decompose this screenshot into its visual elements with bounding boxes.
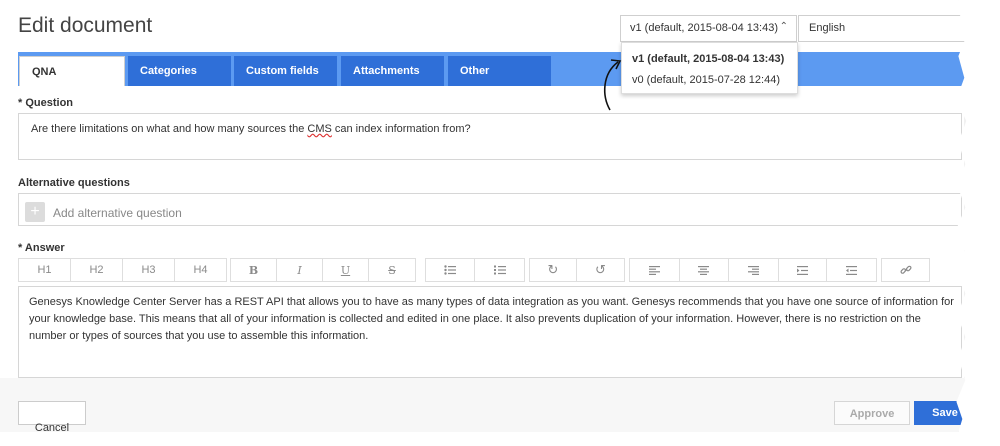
chevron-down-icon: ⌄: [958, 21, 967, 32]
alternative-question-placeholder: Add alternative question: [53, 206, 182, 220]
undo-icon[interactable]: ↺: [577, 259, 624, 281]
numbered-list-icon[interactable]: [475, 259, 524, 281]
annotation-arrow-icon: [603, 59, 622, 111]
h4-button[interactable]: H4: [175, 259, 226, 281]
tab-attachments[interactable]: Attachments: [341, 56, 444, 86]
align-right-icon[interactable]: [729, 259, 779, 281]
underline-button[interactable]: U: [323, 259, 369, 281]
tab-other[interactable]: Other: [448, 56, 551, 86]
alternative-questions-label: Alternative questions: [18, 177, 130, 189]
align-center-icon[interactable]: [680, 259, 730, 281]
language-select[interactable]: English ⌄: [798, 15, 967, 42]
heading-group: H1 H2 H3 H4: [18, 258, 227, 282]
footer-bar: Cancel Approve Save: [0, 378, 967, 432]
tab-custom-fields[interactable]: Custom fields: [234, 56, 337, 86]
version-option-v1[interactable]: v1 (default, 2015-08-04 13:43): [632, 53, 784, 65]
link-icon[interactable]: [882, 259, 929, 281]
spellcheck-word: CMS: [307, 123, 332, 135]
version-option-v0[interactable]: v0 (default, 2015-07-28 12:44): [632, 74, 780, 86]
scrollbar[interactable]: [964, 96, 967, 378]
h1-button[interactable]: H1: [19, 259, 71, 281]
indent-icon[interactable]: [779, 259, 828, 281]
screenshot-frame: Edit document v1 (default, 2015-08-04 13…: [0, 0, 967, 432]
tab-qna[interactable]: QNA: [19, 56, 125, 86]
h2-button[interactable]: H2: [71, 259, 123, 281]
page-title: Edit document: [18, 14, 153, 37]
save-button[interactable]: Save: [914, 401, 967, 425]
alternative-question-field[interactable]: + Add alternative question: [18, 193, 962, 226]
strikethrough-button[interactable]: S: [369, 259, 415, 281]
scrollbar-thumb[interactable]: [966, 228, 967, 326]
tab-categories[interactable]: Categories: [128, 56, 231, 86]
tab-bar: QNA Categories Custom fields Attachments…: [18, 52, 967, 86]
bulleted-list-icon[interactable]: [426, 259, 476, 281]
outdent-icon[interactable]: [827, 259, 876, 281]
redo-icon[interactable]: ↻: [530, 259, 578, 281]
bold-button[interactable]: B: [231, 259, 277, 281]
version-select-value: v1 (default, 2015-08-04 13:43): [630, 22, 778, 34]
history-group: ↻ ↺: [529, 258, 625, 282]
alignment-group: [629, 258, 877, 282]
cancel-button-label: Cancel: [34, 422, 70, 432]
italic-button[interactable]: I: [277, 259, 323, 281]
link-group: [881, 258, 930, 282]
version-dropdown-menu: v1 (default, 2015-08-04 13:43) v0 (defau…: [621, 42, 798, 94]
add-alternative-button[interactable]: +: [25, 202, 45, 222]
question-text-part: can index information from?: [331, 123, 471, 135]
approve-button[interactable]: Approve: [834, 401, 910, 425]
align-left-icon[interactable]: [630, 259, 680, 281]
chevron-up-icon: ⌃: [779, 21, 788, 32]
version-select[interactable]: v1 (default, 2015-08-04 13:43) ⌃: [620, 15, 797, 42]
cancel-button[interactable]: Cancel: [18, 401, 86, 432]
answer-label: * Answer: [18, 242, 65, 254]
question-text-part: Are there limitations on what and how ma…: [31, 123, 308, 135]
scroll-up-icon[interactable]: ▲: [966, 97, 967, 106]
format-group: B I U S: [230, 258, 416, 282]
question-label: * Question: [18, 97, 74, 109]
list-group: [425, 258, 525, 282]
h3-button[interactable]: H3: [123, 259, 175, 281]
answer-editor[interactable]: Genesys Knowledge Center Server has a RE…: [18, 286, 962, 378]
question-field[interactable]: Are there limitations on what and how ma…: [18, 113, 962, 160]
language-select-value: English: [809, 22, 846, 34]
answer-text: Genesys Knowledge Center Server has a RE…: [29, 296, 954, 342]
question-text: Are there limitations on what and how ma…: [31, 123, 471, 135]
